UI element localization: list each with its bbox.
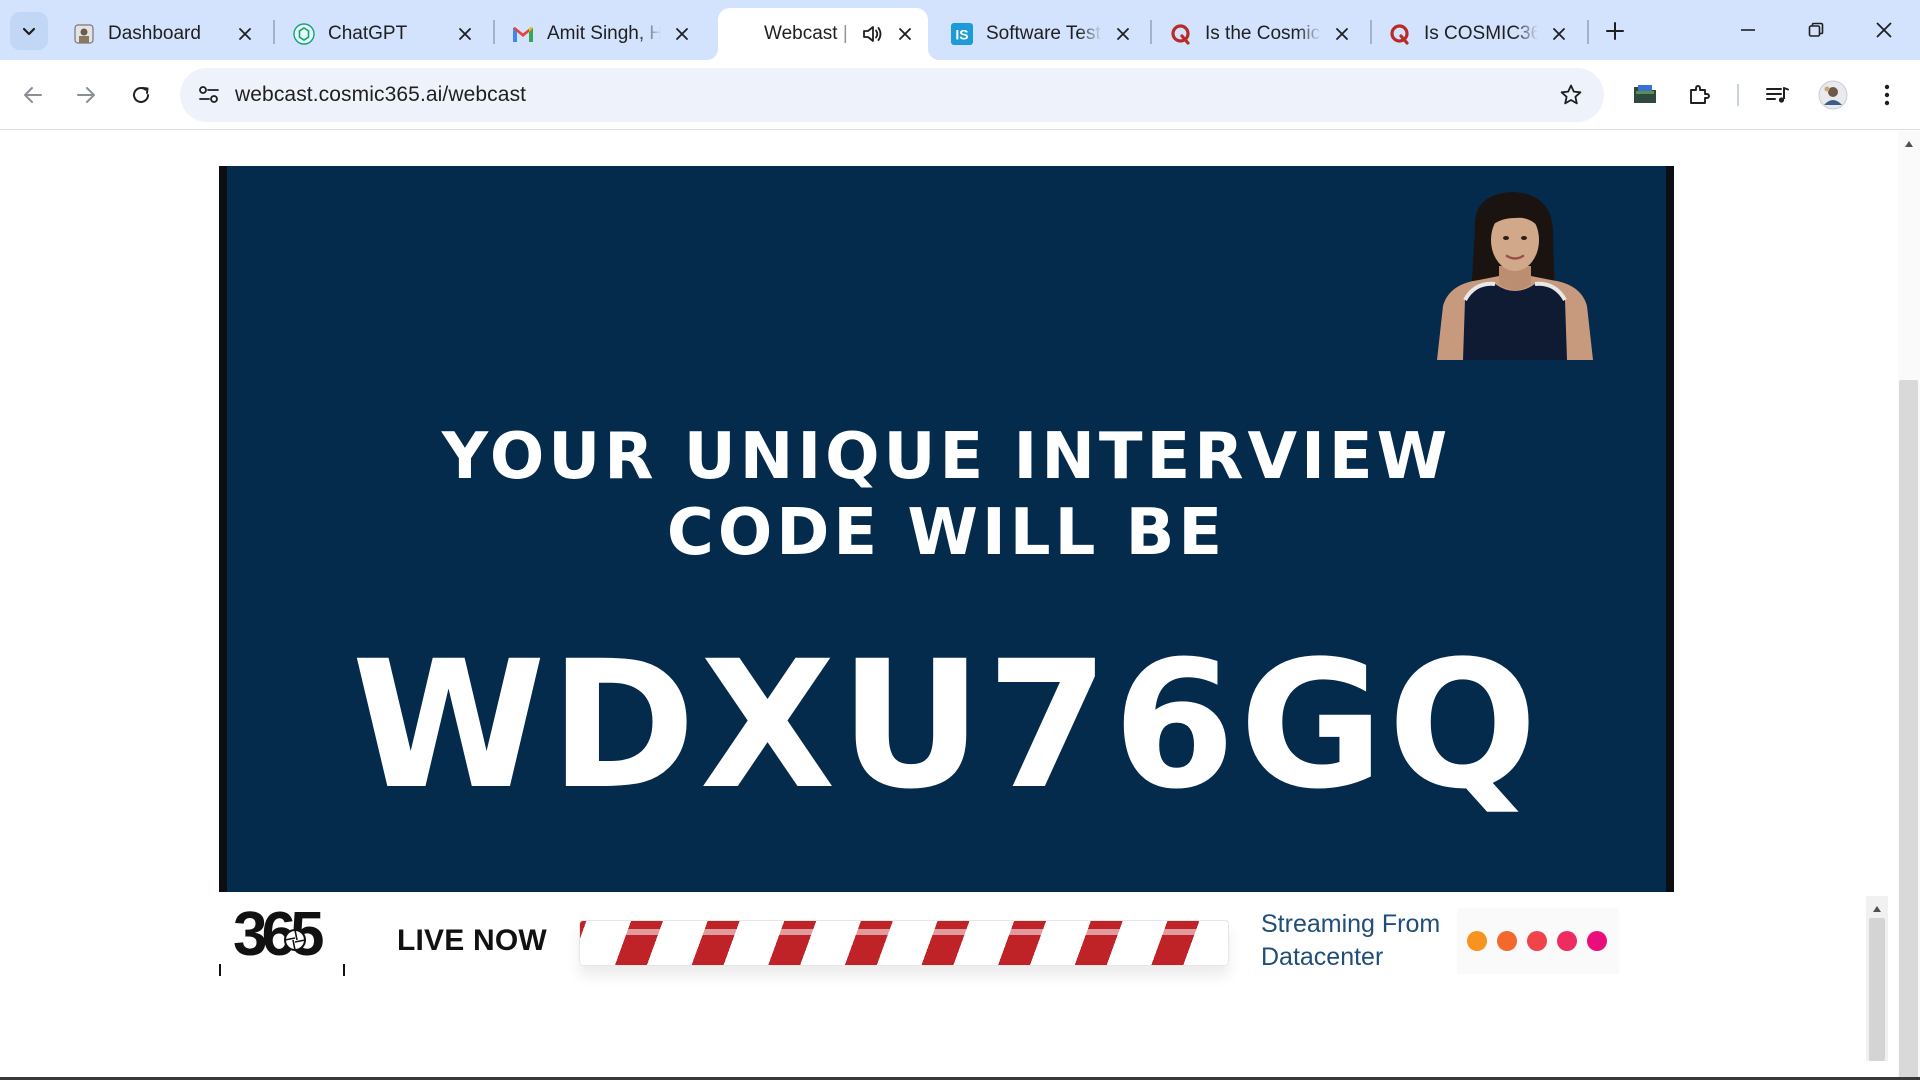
heading-line-2: CODE WILL BE [666, 496, 1227, 570]
speaker-icon[interactable] [860, 22, 884, 46]
tab-title: Dashboard [108, 23, 201, 44]
presenter-avatar-image [1435, 188, 1595, 360]
folder-extension-icon [1634, 85, 1656, 103]
url-text[interactable]: webcast.cosmic365.ai/webcast [235, 83, 526, 107]
tab-separator [1370, 20, 1372, 44]
close-tab-icon[interactable] [1546, 21, 1572, 47]
heading-line-1: YOUR UNIQUE INTERVIEW [441, 420, 1452, 494]
frame-scrollbar-thumb[interactable] [1869, 918, 1885, 1061]
close-tab-icon[interactable] [892, 21, 918, 47]
close-tab-icon[interactable] [1329, 21, 1355, 47]
quora-favicon [1388, 22, 1412, 46]
loading-dot [1557, 931, 1577, 951]
chatgpt-favicon [292, 22, 316, 46]
tab-dashboard[interactable]: Dashboard [58, 8, 268, 60]
loading-dot [1587, 931, 1607, 951]
restore-icon [1808, 22, 1824, 37]
is-favicon: IS [950, 22, 974, 46]
tab-title: ChatGPT [328, 23, 408, 44]
live-ticker-bar: 365 LIVE NOW Streaming From Datacenter [219, 900, 1674, 1000]
reload-button[interactable] [120, 74, 162, 116]
puzzle-icon [1690, 85, 1710, 104]
close-window-button[interactable] [1852, 8, 1916, 52]
reload-icon [133, 86, 149, 103]
tab-software-testing[interactable]: IS Software Testi [936, 8, 1146, 60]
close-tab-icon[interactable] [452, 21, 478, 47]
tab-separator [1587, 20, 1589, 44]
tab-separator [273, 20, 275, 44]
chrome-menu-button[interactable] [1866, 74, 1908, 116]
tab-title: Is COSMIC365 [1424, 23, 1538, 44]
logo-tick-left [219, 964, 221, 976]
more-vertical-icon [1884, 84, 1890, 106]
loading-dot [1527, 931, 1547, 951]
minimize-icon [1741, 29, 1755, 31]
live-progress-stripes [579, 920, 1229, 966]
extension-button[interactable] [1624, 74, 1666, 116]
bookmark-star-icon[interactable] [1556, 81, 1586, 109]
close-tab-icon[interactable] [232, 21, 258, 47]
frame-scrollbar[interactable] [1866, 896, 1888, 1061]
cosmic365-logo: 365 [219, 902, 347, 976]
plus-icon [1606, 22, 1624, 40]
interview-code: WDXU76GQ [351, 623, 1542, 828]
browser-toolbar: webcast.cosmic365.ai/webcast [0, 60, 1920, 130]
avatar-icon [1818, 80, 1848, 110]
tab-quora-2[interactable]: Is COSMIC365 [1374, 8, 1582, 60]
loading-dots [1457, 908, 1619, 974]
playlist-music-icon [1766, 87, 1789, 103]
tab-title: Is the Cosmic3 [1205, 23, 1321, 44]
tab-separator [493, 20, 495, 44]
minimize-button[interactable] [1716, 8, 1780, 52]
loading-dot [1467, 931, 1487, 951]
streaming-line-1: Streaming From [1261, 910, 1441, 938]
arrow-right-icon [77, 87, 95, 103]
close-tab-icon[interactable] [1110, 21, 1136, 47]
tab-title: Amit Singh, H [547, 23, 661, 44]
close-icon [1876, 22, 1892, 38]
close-tab-icon[interactable] [669, 21, 695, 47]
tab-separator [1150, 20, 1152, 44]
profile-avatar[interactable] [1812, 74, 1854, 116]
toolbar-divider [1737, 84, 1739, 106]
quora-favicon [1169, 22, 1193, 46]
back-button[interactable] [12, 74, 54, 116]
streaming-status: Streaming From Datacenter [1261, 908, 1440, 974]
streaming-line-2: Datacenter [1261, 943, 1384, 971]
interview-code-heading: YOUR UNIQUE INTERVIEW CODE WILL BE [227, 419, 1666, 571]
page-scrollbar-thumb[interactable] [1899, 380, 1918, 1080]
dashboard-favicon [72, 22, 96, 46]
tab-title: Software Testi [986, 23, 1102, 44]
live-now-label: LIVE NOW [397, 924, 547, 957]
scroll-up-arrow[interactable] [1872, 900, 1882, 918]
aperture-icon [283, 928, 307, 957]
site-settings-icon[interactable] [194, 81, 224, 109]
tab-title: Webcast | [764, 23, 848, 44]
restore-button[interactable] [1784, 8, 1848, 52]
address-bar[interactable]: webcast.cosmic365.ai/webcast [180, 68, 1604, 122]
tab-gmail[interactable]: Amit Singh, H [497, 8, 705, 60]
forward-button[interactable] [65, 74, 107, 116]
chevron-down-icon [22, 27, 36, 36]
logo-tick-right [343, 964, 345, 976]
tab-chatgpt[interactable]: ChatGPT [278, 8, 488, 60]
gmail-favicon [511, 22, 535, 46]
svg-text:IS: IS [955, 27, 968, 43]
webcast-video-player[interactable]: YOUR UNIQUE INTERVIEW CODE WILL BE WDXU7… [219, 166, 1674, 892]
new-tab-button[interactable] [1598, 14, 1632, 48]
triangle-up-icon [1905, 141, 1913, 147]
extensions-menu-button[interactable] [1678, 74, 1720, 116]
triangle-up-icon [1873, 906, 1881, 912]
tab-webcast[interactable]: Webcast | [706, 8, 940, 60]
loading-dot [1497, 931, 1517, 951]
tab-strip: Dashboard ChatGPT Amit Singh, H Webcast … [0, 0, 1920, 60]
tab-quora-1[interactable]: Is the Cosmic3 [1155, 8, 1365, 60]
arrow-left-icon [24, 87, 42, 103]
scroll-up-arrow[interactable] [1902, 137, 1916, 151]
media-control-button[interactable] [1757, 74, 1799, 116]
tab-search-button[interactable] [10, 12, 48, 50]
